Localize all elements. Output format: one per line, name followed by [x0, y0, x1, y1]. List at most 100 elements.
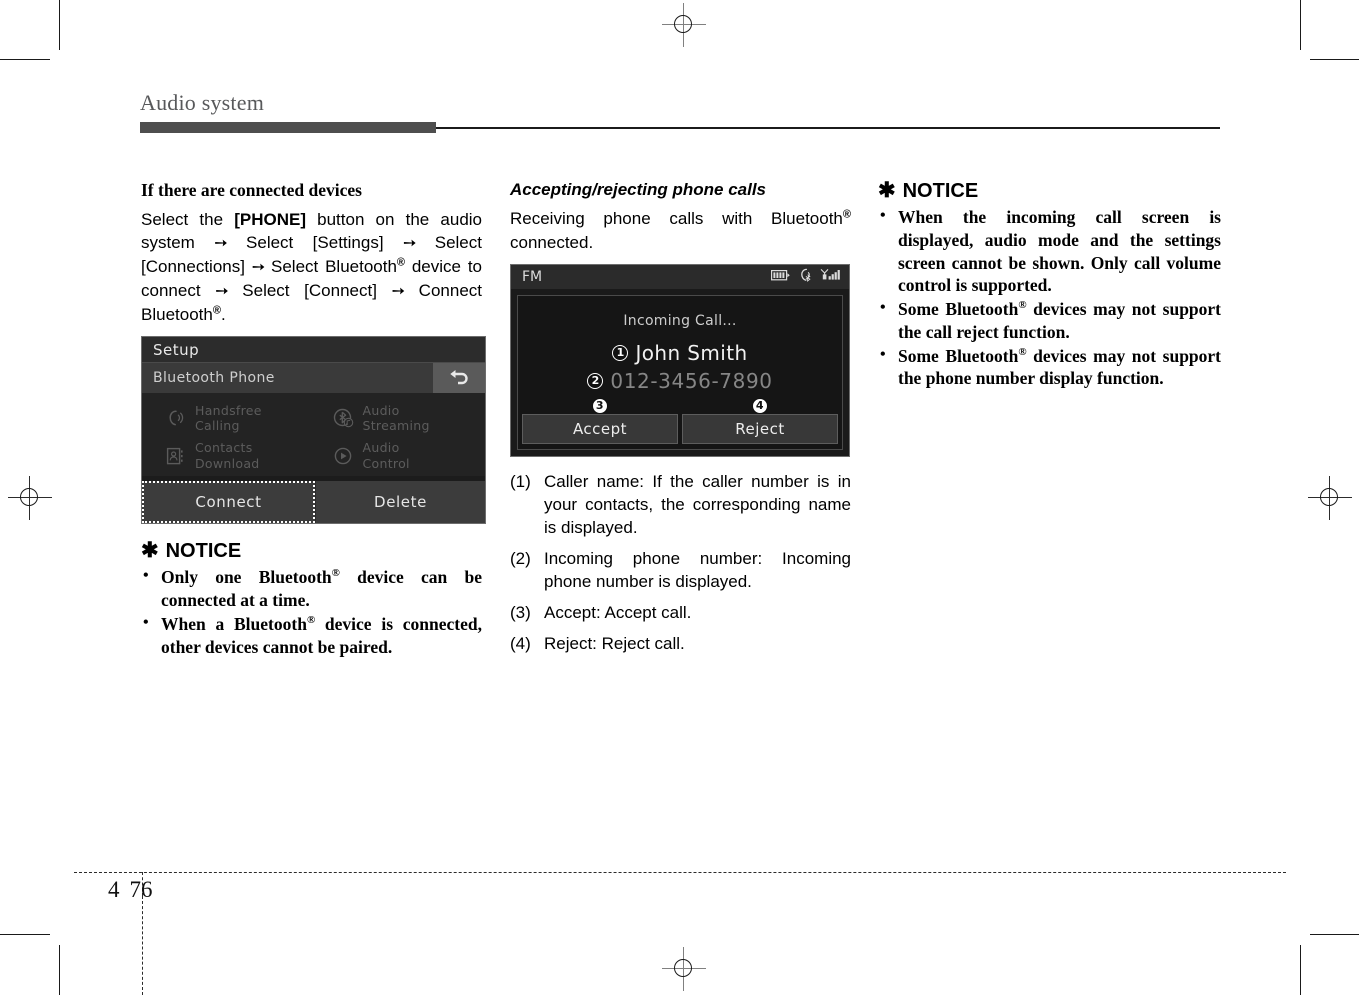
notice-list: When the incoming call screen is display…: [878, 206, 1221, 390]
notice-item: When a Bluetooth® device is connected, o…: [141, 613, 482, 659]
column-two: Accepting/rejecting phone calls Receivin…: [510, 180, 851, 664]
crop-mark-top-left-horizontal: [0, 59, 50, 60]
bluetooth-audio-icon: [332, 406, 354, 430]
list-item-label: (3): [510, 602, 531, 622]
page-title: Audio system: [140, 90, 265, 115]
folio: 4 76: [108, 877, 153, 903]
play-circle-icon: [332, 444, 354, 468]
notice-item: Some Bluetooth® devices may not support …: [878, 298, 1221, 344]
caller-number-value: 012-3456-7890: [610, 368, 773, 393]
notice-item: Some Bluetooth® devices may not support …: [878, 345, 1221, 391]
setup-item-contacts-download[interactable]: Contacts Download: [146, 437, 314, 475]
setup-title-label: Setup: [153, 340, 200, 359]
page-footer: 4 76: [0, 872, 1359, 932]
crop-mark-top-right-horizontal: [1310, 59, 1359, 60]
column-one: If there are connected devices Select th…: [141, 180, 486, 659]
list-item-text: Reject: Reject call.: [544, 633, 685, 653]
caller-number-row: 2 012-3456-7890: [518, 369, 842, 393]
page-number: 76: [129, 877, 153, 902]
column-three: ✱ NOTICE When the incoming call screen i…: [878, 180, 1221, 391]
registration-mark-bottom-center: [662, 947, 706, 991]
paragraph-connect-steps: Select the [PHONE] button on the audio s…: [141, 210, 483, 324]
callout-badge-3: 3: [592, 397, 608, 414]
setup-item-label: Handsfree Calling: [195, 402, 262, 434]
crop-mark-bottom-left-vertical: [59, 945, 60, 995]
call-status-text: Incoming Call...: [623, 312, 737, 329]
connect-button[interactable]: Connect: [142, 481, 315, 524]
setup-item-label: Contacts Download: [195, 440, 260, 471]
list-item: (1) Caller name: If the caller number is…: [510, 471, 851, 540]
list-item-label: (2): [510, 548, 531, 568]
radio-source-label: FM: [522, 268, 543, 285]
registration-mark-left-center: [8, 476, 52, 520]
list-item: (4) Reject: Reject call.: [510, 633, 851, 656]
crop-mark-top-right-vertical: [1300, 0, 1301, 50]
back-arrow-icon[interactable]: [433, 363, 485, 394]
header-accent-bar: [140, 122, 436, 133]
battery-icon: [771, 269, 791, 285]
list-item-text: Incoming phone number: Incoming phone nu…: [544, 548, 851, 591]
notice-star-icon: ✱: [878, 179, 896, 202]
call-action-buttons: 3 Accept 4 Reject: [522, 397, 838, 444]
notice-list: Only one Bluetooth® device can be connec…: [141, 566, 482, 658]
setup-subtitle-label: Bluetooth Phone: [153, 370, 275, 387]
registration-mark-top-center: [662, 3, 706, 47]
delete-button[interactable]: Delete: [315, 481, 485, 524]
setup-item-handsfree-calling[interactable]: Handsfree Calling: [146, 399, 314, 437]
reject-call-button[interactable]: 4 Reject: [682, 397, 838, 444]
registration-mark-right-center: [1308, 476, 1352, 520]
setup-item-audio-streaming[interactable]: Audio Streaming: [314, 399, 482, 437]
caller-name-row: 1 John Smith: [518, 341, 842, 365]
footer-dashed-rule: [74, 872, 1286, 873]
handsfree-phone-icon: [164, 406, 186, 430]
callout-description-list: (1) Caller name: If the caller number is…: [510, 471, 851, 656]
reject-call-label: Reject: [735, 419, 785, 438]
incoming-call-screen-image: FM Incoming Call... 1 John Smith 2 012-3…: [510, 263, 850, 457]
notice-item: When the incoming call screen is display…: [878, 206, 1221, 297]
crop-mark-top-left-vertical: [59, 0, 60, 50]
setup-item-audio-control[interactable]: Audio Control: [314, 437, 482, 475]
header-rule-group: [140, 120, 1220, 133]
list-item-label: (4): [510, 633, 531, 653]
call-body-panel: Incoming Call... 1 John Smith 2 012-3456…: [517, 294, 843, 450]
call-status-bar: FM: [511, 264, 849, 289]
callout-badge-1: 1: [612, 344, 629, 361]
paragraph-receiving-calls: Receiving phone calls with Bluetooth® co…: [510, 208, 851, 252]
notice-block-column-one: ✱ NOTICE Only one Bluetooth® device can …: [141, 540, 482, 658]
notice-title: NOTICE: [165, 540, 242, 563]
notice-heading: ✱ NOTICE: [878, 180, 1221, 203]
setup-sub-bar: Bluetooth Phone: [142, 362, 485, 394]
list-item: (3) Accept: Accept call.: [510, 602, 851, 625]
subheading-accepting-rejecting: Accepting/rejecting phone calls: [510, 180, 767, 199]
notice-title: NOTICE: [902, 180, 979, 202]
accept-call-button[interactable]: 3 Accept: [522, 397, 678, 444]
chapter-number: 4: [108, 877, 120, 902]
list-item-label: (1): [510, 471, 531, 491]
crop-mark-bottom-left-horizontal: [0, 934, 50, 935]
setup-feature-grid: Handsfree Calling Audio Streaming Contac…: [142, 393, 485, 477]
page-header: Audio system: [140, 90, 1220, 133]
crop-mark-bottom-right-vertical: [1300, 945, 1301, 995]
signal-strength-icon: [820, 268, 840, 285]
list-item-text: Accept: Accept call.: [544, 602, 692, 622]
contacts-book-icon: [164, 444, 186, 468]
subheading-connected-devices: If there are connected devices: [141, 180, 362, 200]
crop-mark-bottom-right-horizontal: [1310, 934, 1359, 935]
list-item-text: Caller name: If the caller number is in …: [544, 471, 851, 537]
callout-badge-4: 4: [752, 397, 768, 414]
notice-item: Only one Bluetooth® device can be connec…: [141, 566, 482, 612]
notice-block-column-three: ✱ NOTICE When the incoming call screen i…: [878, 180, 1221, 390]
header-thin-rule: [436, 127, 1220, 129]
phone-bluetooth-icon: [798, 268, 813, 286]
callout-badge-2: 2: [587, 372, 604, 389]
setup-footer-buttons: Connect Delete: [142, 481, 485, 524]
caller-name-value: John Smith: [635, 340, 748, 365]
setup-title-bar: Setup: [142, 337, 485, 363]
list-item: (2) Incoming phone number: Incoming phon…: [510, 548, 851, 594]
notice-star-icon: ✱: [141, 539, 159, 563]
notice-heading: ✱ NOTICE: [141, 540, 482, 563]
setup-item-label: Audio Control: [362, 440, 410, 471]
accept-call-label: Accept: [572, 419, 628, 438]
setup-screen-image: Setup Bluetooth Phone Handsfree Calling …: [141, 336, 486, 525]
setup-item-label: Audio Streaming: [362, 402, 430, 434]
